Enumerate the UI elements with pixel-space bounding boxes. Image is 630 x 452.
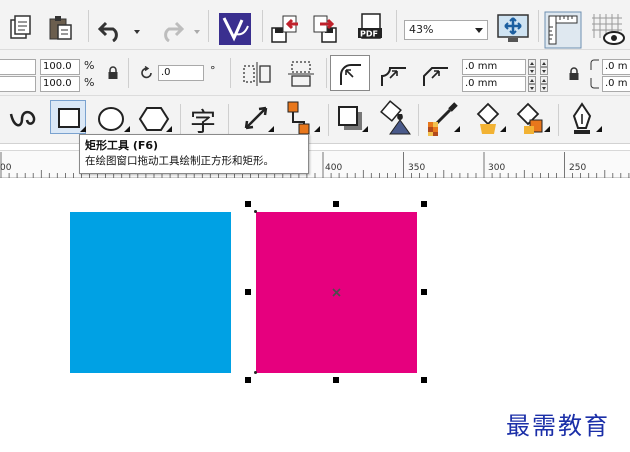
smart-fill-flyout-indicator (544, 126, 550, 132)
transparency-tool-icon[interactable] (378, 100, 412, 136)
interactive-fill-tool-icon[interactable] (472, 100, 502, 136)
outline-pen-tool-icon[interactable] (568, 102, 596, 136)
new-document-icon[interactable] (8, 14, 34, 40)
export-icon[interactable] (312, 14, 344, 44)
rotation-angle-field[interactable]: .0 (158, 65, 204, 81)
watermark-text: 最需教育 (506, 412, 610, 440)
standard-toolbar: PDF 43% (0, 0, 630, 50)
round-corner-icon (340, 64, 361, 85)
corel-app-launcher-icon[interactable] (218, 12, 252, 46)
ruler-label-partial: 00 (0, 163, 12, 173)
selection-handle-w[interactable] (245, 289, 251, 295)
selection-handle-e[interactable] (421, 289, 427, 295)
ruler-label-350: 350 (408, 163, 426, 173)
mirror-horizontal-icon[interactable] (242, 60, 272, 88)
blue-rectangle[interactable] (70, 212, 231, 373)
full-screen-preview-icon[interactable] (496, 12, 530, 46)
selection-handle-s[interactable] (333, 377, 339, 383)
scale-y-field[interactable]: 100.0 (40, 76, 80, 92)
dimension-flyout-indicator (268, 126, 274, 132)
corner-spin-up[interactable] (540, 59, 548, 67)
redo-dropdown-icon[interactable] (194, 30, 200, 34)
property-bar: 100.0 100.0 % % .0 ° .0 mm .0 mm .0 m .0… (0, 50, 630, 96)
interactive-fill-flyout-indicator (500, 126, 506, 132)
rotation-angle-value: .0 (161, 67, 171, 78)
round-corner-button[interactable] (330, 55, 370, 91)
corner-radius-value-1: .0 m (605, 61, 628, 72)
curve-tool-icon[interactable] (8, 106, 38, 132)
ruler-label-250: 250 (569, 163, 587, 173)
outline-width-2-spin-up[interactable] (528, 76, 536, 84)
corner-radius-icon-2 (590, 78, 599, 89)
selection-handle-nw[interactable] (245, 201, 251, 207)
undo-dropdown-icon[interactable] (134, 30, 140, 34)
corner-radius-field-2[interactable]: .0 m (602, 76, 630, 92)
outline-pen-flyout-indicator (596, 126, 602, 132)
publish-pdf-icon[interactable]: PDF (356, 12, 388, 44)
corner-radius-icon-1 (590, 59, 599, 70)
selection-handle-n[interactable] (333, 201, 339, 207)
undo-icon[interactable] (98, 18, 124, 42)
rotation-icon (141, 66, 152, 79)
tooltip-description: 在绘图窗口拖动工具绘制正方形和矩形。 (85, 155, 274, 167)
import-icon[interactable] (270, 14, 302, 44)
lock-ratio-icon[interactable] (107, 66, 119, 80)
svg-text:PDF: PDF (360, 30, 378, 39)
size-field-partial-1[interactable] (0, 59, 36, 75)
ellipse-flyout-indicator (124, 126, 130, 132)
rectangle-tool-tooltip: 矩形工具 (F6) 在绘图窗口拖动工具绘制正方形和矩形。 (79, 134, 309, 174)
rectangle-tool-icon (58, 108, 80, 128)
center-marker-icon[interactable] (332, 288, 341, 297)
selection-corner-dot-tl (254, 210, 257, 213)
outline-width-field-1[interactable]: .0 mm (462, 59, 526, 75)
zoom-level-select[interactable]: 43% (404, 20, 488, 40)
rectangle-flyout-indicator (80, 126, 86, 132)
chevron-down-icon (475, 28, 483, 33)
corner-spin-up-2[interactable] (540, 76, 548, 84)
zoom-level-value: 43% (409, 23, 434, 36)
scale-y-value: 100.0 (43, 78, 72, 89)
drop-shadow-flyout-indicator (362, 126, 368, 132)
connector-tool-icon[interactable] (284, 100, 314, 136)
eyedropper-flyout-indicator (454, 126, 460, 132)
ruler-label-300: 300 (488, 163, 506, 173)
corner-radius-field-1[interactable]: .0 m (602, 59, 630, 75)
scale-y-unit: % (84, 76, 95, 89)
outline-width-field-2[interactable]: .0 mm (462, 76, 526, 92)
corner-spin-down[interactable] (540, 67, 548, 75)
corner-radius-value-2: .0 m (605, 78, 628, 89)
scalloped-corner-icon[interactable] (378, 60, 408, 88)
outline-width-value-2: .0 mm (465, 78, 498, 89)
selection-handle-se[interactable] (421, 377, 427, 383)
selection-handle-sw[interactable] (245, 377, 251, 383)
outline-width-value-1: .0 mm (465, 61, 498, 72)
edit-corners-together-lock-icon[interactable] (568, 67, 580, 81)
size-field-partial-2[interactable] (0, 76, 36, 92)
scale-x-unit: % (84, 59, 95, 72)
scale-x-value: 100.0 (43, 61, 72, 72)
outline-width-1-spin-up[interactable] (528, 59, 536, 67)
smart-fill-tool-icon[interactable] (514, 100, 546, 136)
chamfered-corner-icon[interactable] (420, 60, 450, 88)
paste-icon[interactable] (46, 14, 74, 42)
tooltip-title: 矩形工具 (F6) (85, 139, 159, 152)
grid-view-icon[interactable] (590, 12, 626, 46)
rotation-unit: ° (210, 64, 216, 77)
rulers-icon[interactable] (544, 11, 582, 49)
scale-x-field[interactable]: 100.0 (40, 59, 80, 75)
selection-handle-ne[interactable] (421, 201, 427, 207)
outline-width-1-spin-down[interactable] (528, 67, 536, 75)
mirror-vertical-icon[interactable] (286, 60, 316, 88)
outline-width-2-spin-down[interactable] (528, 84, 536, 92)
polygon-flyout-indicator (166, 126, 172, 132)
corner-spin-down-2[interactable] (540, 84, 548, 92)
ellipse-tool-icon[interactable] (96, 105, 126, 133)
redo-icon[interactable] (158, 18, 184, 42)
ruler-label-400: 400 (325, 163, 343, 173)
selection-corner-dot-bl (254, 371, 257, 374)
connector-flyout-indicator (314, 126, 320, 132)
